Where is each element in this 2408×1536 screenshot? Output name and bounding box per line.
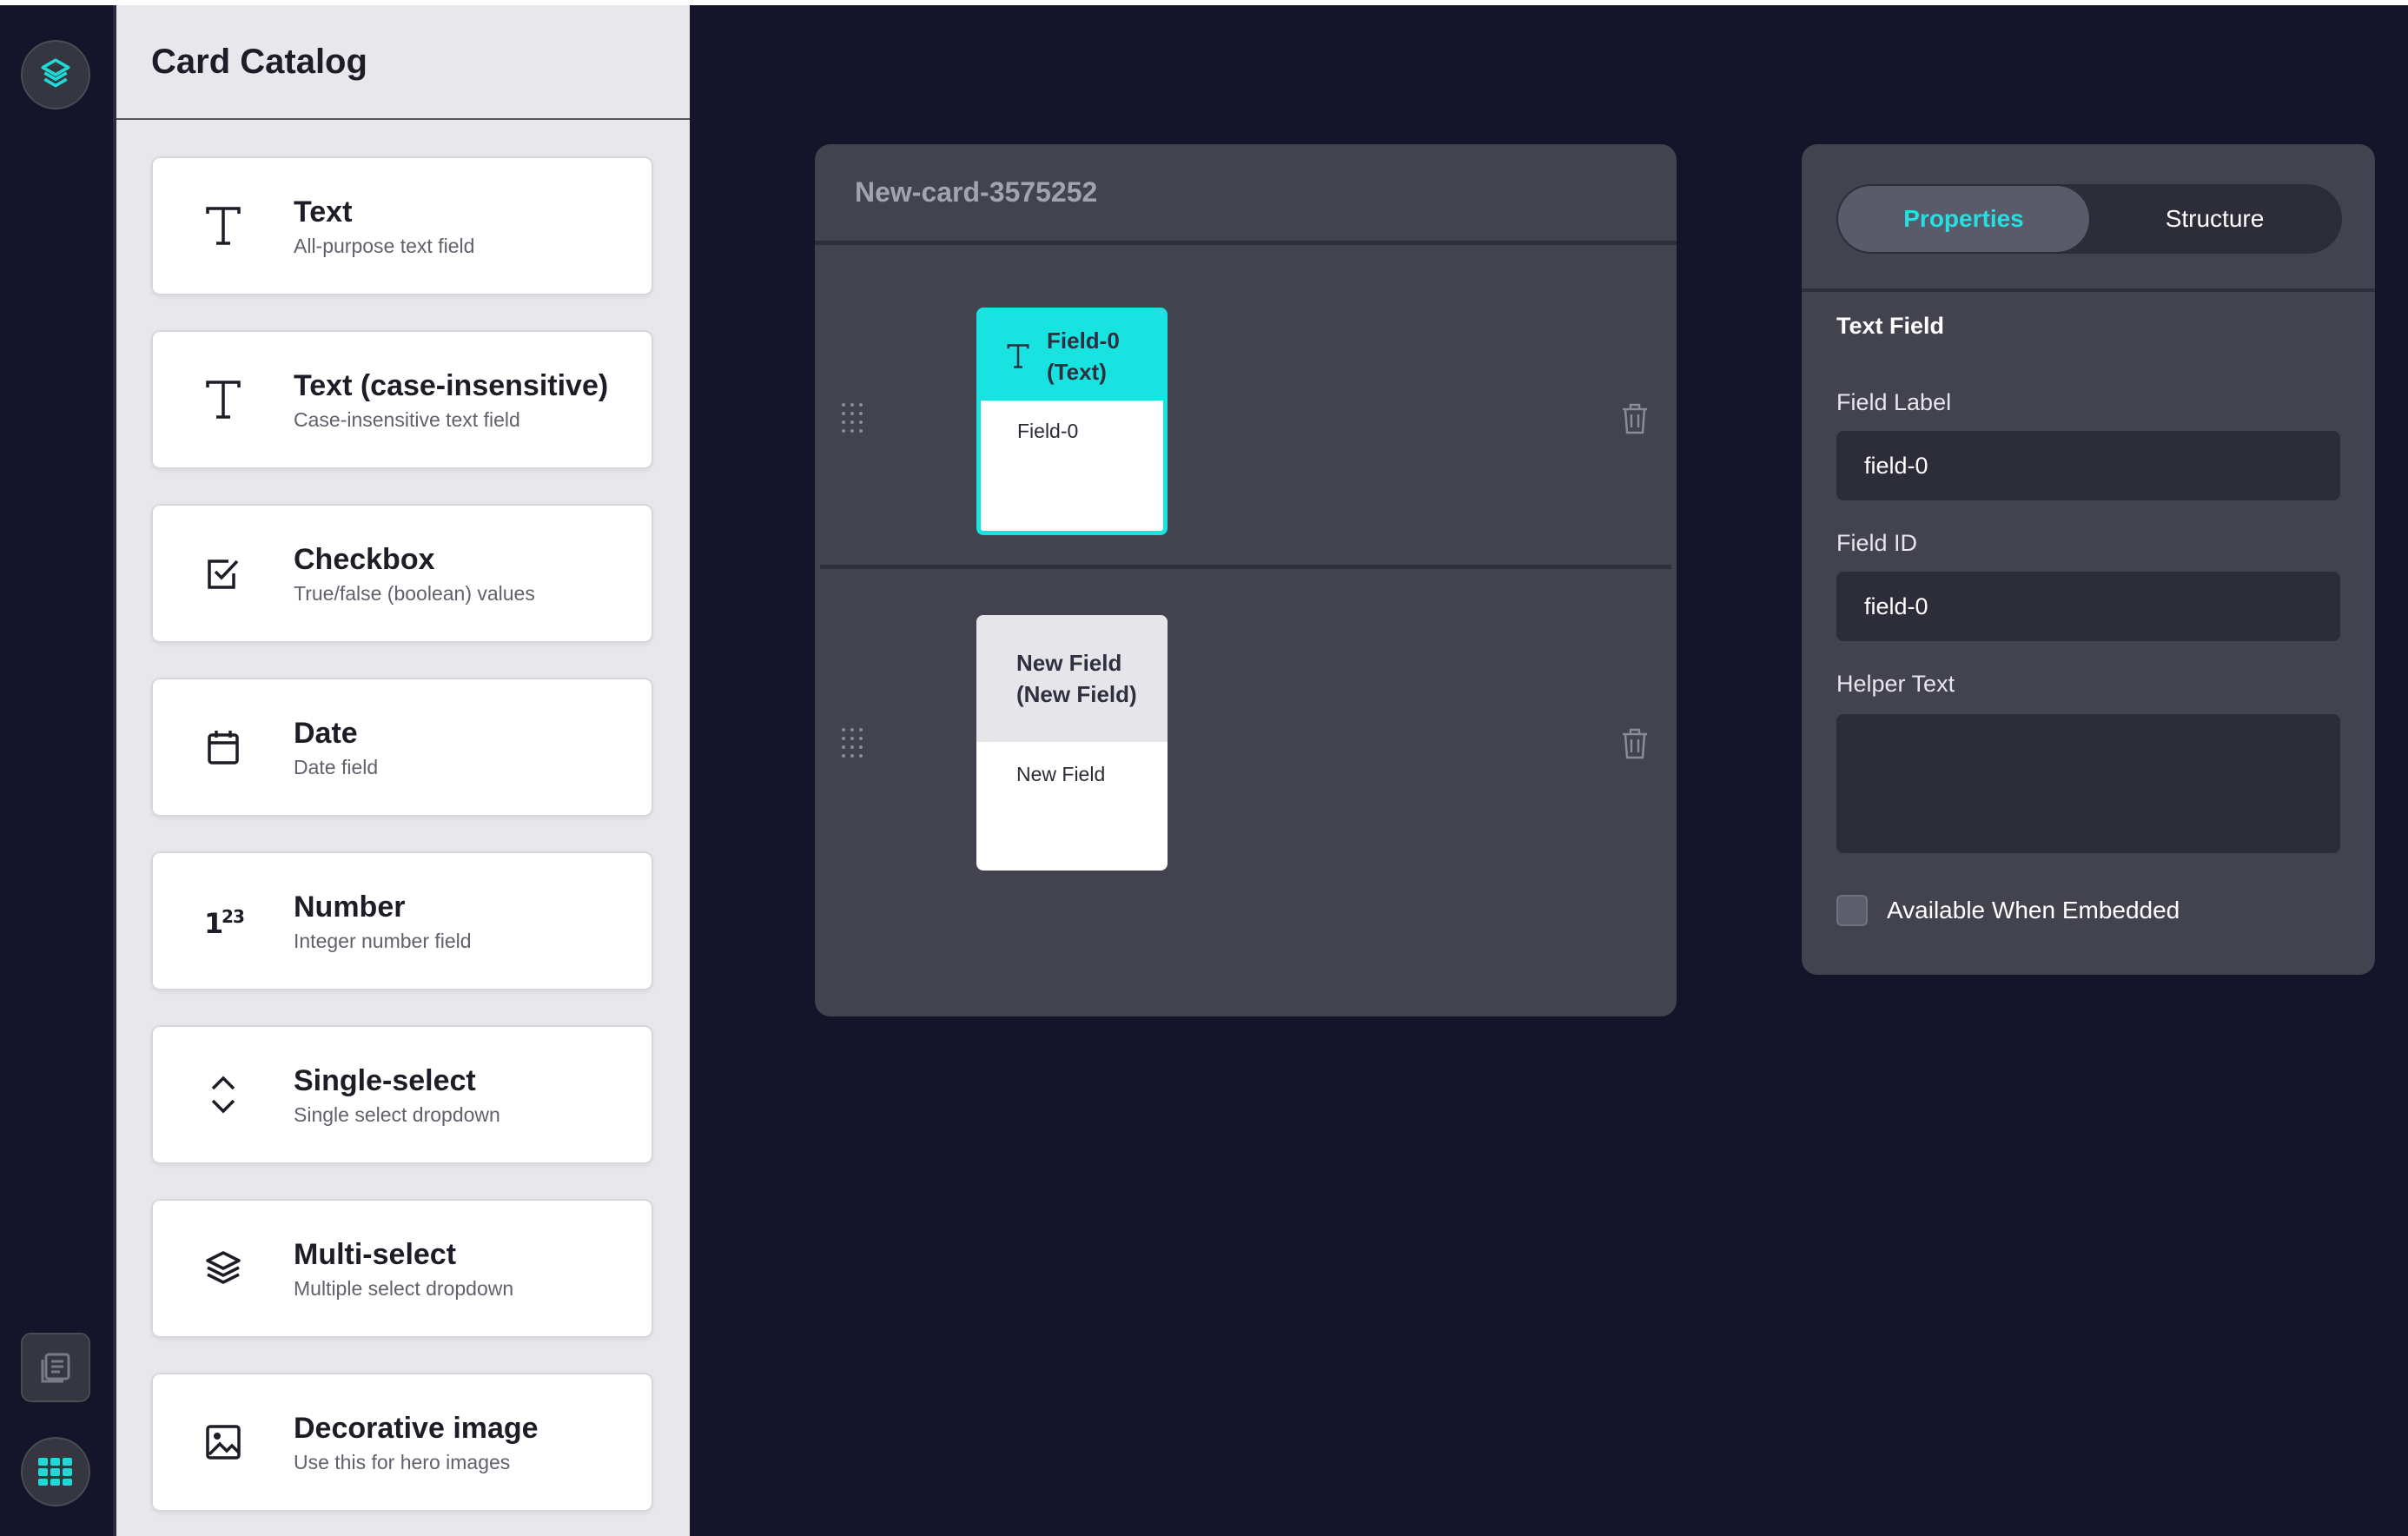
field-card-header: Field-0 (Text) [981,312,1163,401]
field-card-value: Field-0 [981,401,1163,443]
available-when-embedded-checkbox[interactable] [1836,895,1868,926]
catalog-item-decorative-image[interactable]: Decorative image Use this for hero image… [151,1373,653,1512]
available-when-embedded-label[interactable]: Available When Embedded [1887,895,2180,926]
catalog-item-multi-select[interactable]: Multi-select Multiple select dropdown [151,1199,653,1338]
catalog-list: Text All-purpose text field Text (case-i… [151,156,653,1536]
card-title[interactable]: New-card-3575252 [855,176,1097,209]
trash-icon [1623,403,1647,434]
document-list-icon [41,1353,70,1383]
catalog-item-date[interactable]: Date Date field [151,678,653,817]
app-rail [0,5,116,1536]
tab-structure[interactable]: Structure [2089,186,2340,252]
field-card-value: New Field [976,742,1168,786]
properties-panel: Properties Structure Text Field Field La… [1802,144,2375,975]
tab-properties[interactable]: Properties [1838,186,2089,252]
layers-icon [153,1248,294,1288]
catalog-item-description: Date field [294,755,379,778]
image-icon [153,1423,294,1461]
catalog-item-description: Single select dropdown [294,1102,500,1126]
field-id-input[interactable]: field-0 [1836,572,2340,641]
svg-text:2: 2 [222,906,234,927]
field-label-label: Field Label [1836,389,1952,415]
layers-logo-icon [41,58,70,88]
text-t-icon [153,379,294,420]
drag-handle-icon[interactable] [839,726,865,761]
panel-tabs: Properties Structure [1836,184,2342,254]
delete-field-button[interactable] [1619,726,1651,761]
grid-icon [38,1458,72,1486]
delete-field-button[interactable] [1619,401,1651,436]
helper-text-input[interactable] [1836,714,2340,853]
catalog-item-single-select[interactable]: Single-select Single select dropdown [151,1025,653,1164]
field-id-label: Field ID [1836,530,1918,556]
catalog-item-name: Date [294,716,358,750]
checkbox-icon [153,554,294,593]
app-logo-button[interactable] [21,40,90,109]
catalog-item-name: Text (case-insensitive) [294,368,609,402]
field-card-title: New Field (New Field) [1016,650,1137,707]
row-divider [820,565,1671,569]
catalog-item-name: Text [294,195,353,228]
card-editor: New-card-3575252 Field-0 (Text) Field-0 [815,144,1677,1016]
catalog-item-text[interactable]: Text All-purpose text field [151,156,653,295]
field-card-title: Field-0 (Text) [1047,328,1120,385]
catalog-item-description: True/false (boolean) values [294,581,535,605]
catalog-item-name: Multi-select [294,1237,457,1271]
catalog-item-description: Case-insensitive text field [294,407,520,431]
catalog-item-description: Integer number field [294,929,472,952]
drag-handle-icon[interactable] [839,401,865,436]
catalog-header: Card Catalog [116,5,690,120]
apps-grid-button[interactable] [21,1437,90,1506]
calendar-icon [153,728,294,766]
catalog-item-number[interactable]: 1 2 3 Number Integer number field [151,851,653,990]
catalog-item-description: All-purpose text field [294,234,475,257]
catalog-item-name: Number [294,890,406,924]
card-title-bar: New-card-3575252 [815,144,1677,245]
panel-divider [1802,288,2375,292]
trash-icon [1623,728,1647,759]
catalog-item-name: Single-select [294,1063,476,1097]
catalog-title: Card Catalog [151,42,367,81]
text-t-icon [1007,344,1029,368]
section-title: Text Field [1836,313,1945,339]
catalog-item-name: Decorative image [294,1411,539,1445]
svg-text:3: 3 [233,906,244,927]
field-card-header: New Field (New Field) [976,615,1168,742]
text-t-icon [153,205,294,247]
card-catalog-panel: Card Catalog Text All-purpose text field… [116,5,690,1536]
catalog-item-checkbox[interactable]: Checkbox True/false (boolean) values [151,504,653,643]
number-123-icon: 1 2 3 [153,904,294,938]
catalog-item-text-case-insensitive[interactable]: Text (case-insensitive) Case-insensitive… [151,330,653,469]
helper-text-label: Helper Text [1836,671,1955,697]
chevron-up-down-icon [153,1073,294,1116]
svg-text:1: 1 [204,907,223,938]
field-card-selected[interactable]: Field-0 (Text) Field-0 [976,308,1168,535]
field-card[interactable]: New Field (New Field) New Field [976,615,1168,871]
catalog-item-description: Multiple select dropdown [294,1276,514,1300]
catalog-item-name: Checkbox [294,542,435,576]
catalog-item-description: Use this for hero images [294,1450,511,1473]
field-label-input[interactable]: field-0 [1836,431,2340,500]
documents-button[interactable] [21,1333,90,1402]
